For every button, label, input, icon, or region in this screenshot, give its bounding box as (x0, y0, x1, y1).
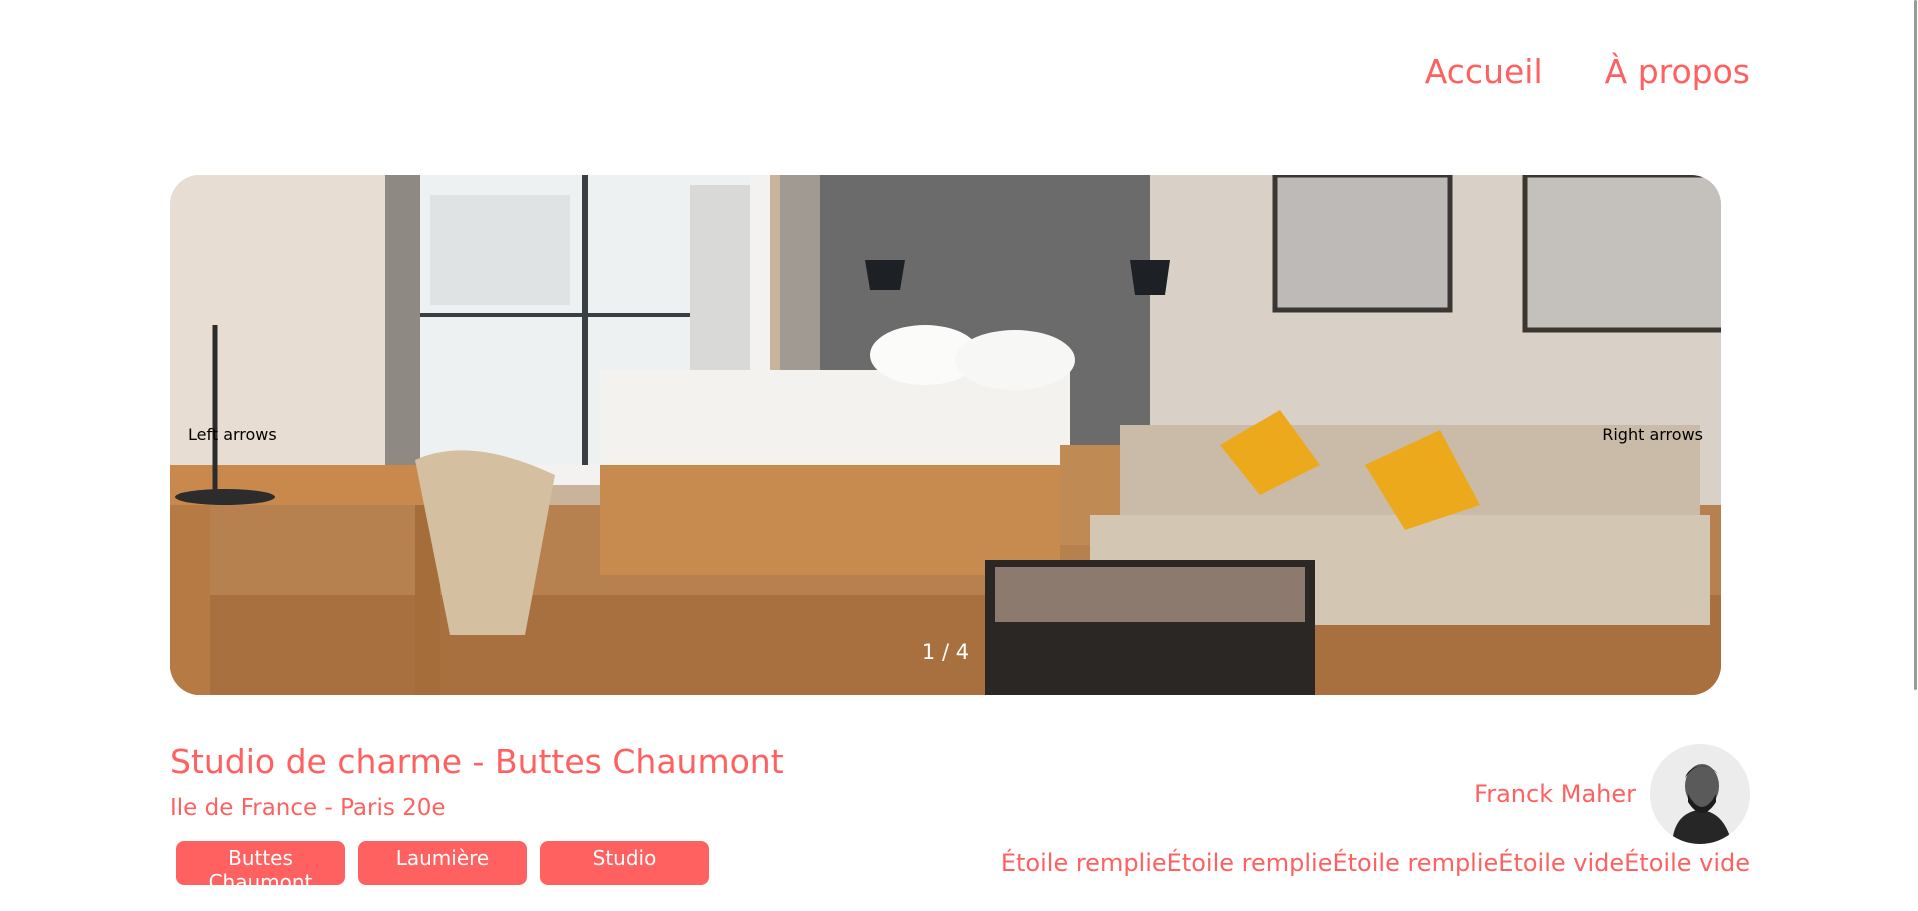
carousel-counter: 1 / 4 (921, 640, 970, 664)
listing-location: Ile de France - Paris 20e (170, 795, 446, 821)
scrollbar-thumb[interactable] (1914, 0, 1917, 690)
listing-title: Studio de charme - Buttes Chaumont (170, 742, 784, 781)
star-filled: Étoile remplie (1332, 849, 1499, 877)
star-empty: Étoile vide (1498, 849, 1625, 877)
nav-link-home[interactable]: Accueil (1425, 52, 1543, 91)
tag: Laumière (358, 841, 527, 885)
tag: Buttes Chaumont (176, 841, 345, 885)
top-navigation: Accueil À propos (1425, 52, 1750, 91)
host-portrait-icon (1650, 744, 1750, 844)
star-empty: Étoile vide (1624, 849, 1750, 877)
host-info: Franck Maher (1474, 744, 1750, 844)
photo-carousel: Left arrows Right arrows 1 / 4 (170, 175, 1721, 695)
carousel-photo (170, 175, 1721, 695)
star-filled: Étoile remplie (1166, 849, 1333, 877)
host-name: Franck Maher (1474, 780, 1636, 808)
star-filled: Étoile remplie (1000, 849, 1167, 877)
rating-stars: Étoile remplie Étoile remplie Étoile rempl… (1001, 849, 1750, 877)
page-scrollbar[interactable] (1912, 0, 1918, 911)
tag-list: Buttes Chaumont Laumière Studio (176, 841, 709, 885)
tag: Studio (540, 841, 709, 885)
avatar (1650, 744, 1750, 844)
carousel-right-arrow[interactable]: Right arrows (1602, 425, 1703, 444)
nav-link-about[interactable]: À propos (1605, 52, 1750, 91)
carousel-left-arrow[interactable]: Left arrows (188, 425, 277, 444)
